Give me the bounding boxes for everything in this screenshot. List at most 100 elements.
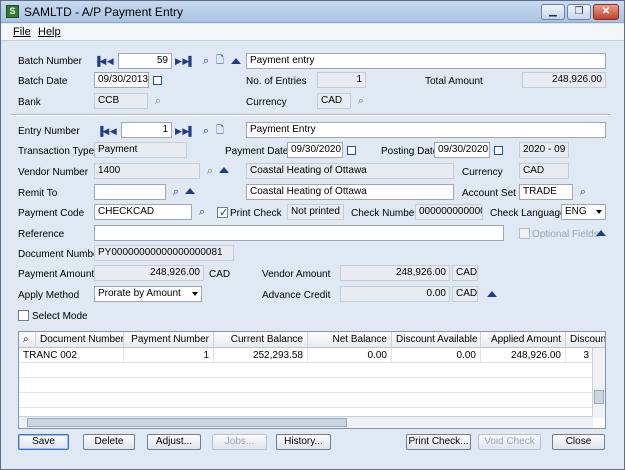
collapse-up-icon[interactable] (231, 58, 241, 64)
grid-header: ⌕ Document Number Payment Number Current… (19, 332, 605, 348)
check-language-label: Check Language (490, 208, 566, 219)
currency-label: Currency (246, 97, 287, 108)
remit-expand-icon[interactable] (185, 188, 195, 194)
batch-date-field[interactable]: 09/30/2013 (94, 72, 149, 88)
restore-icon[interactable]: ❐ (567, 4, 591, 20)
posting-date-calendar-icon[interactable] (494, 146, 503, 155)
applied-documents-grid[interactable]: ⌕ Document Number Payment Number Current… (18, 331, 606, 429)
print-check-label: Print Check (230, 208, 282, 219)
currency-field: CAD (317, 93, 351, 109)
vendor-number-field: 1400 (94, 163, 200, 179)
optional-fields-label: Optional Fields (532, 229, 599, 240)
horizontal-scroll-thumb[interactable] (27, 418, 347, 427)
reference-field[interactable] (94, 225, 504, 241)
new-document-icon[interactable]: 🗋 (214, 55, 226, 67)
app-icon: S (6, 5, 19, 18)
optional-fields-expand-icon[interactable] (596, 230, 606, 236)
payment-currency-label: CAD (209, 269, 231, 280)
document-number-field: PY00000000000000000081 (94, 245, 234, 261)
remit-to-field[interactable] (94, 184, 166, 200)
batch-number-field[interactable]: 59 (118, 53, 172, 69)
payment-code-finder-icon[interactable]: ⌕ (196, 206, 208, 218)
cell-discount-available[interactable]: 0.00 (392, 348, 481, 363)
account-set-field[interactable]: TRADE (519, 184, 573, 200)
batch-next-last-icon[interactable]: ▶ ▶▌ (175, 56, 195, 67)
adjust-button[interactable]: Adjust... (147, 434, 201, 450)
batch-description-field[interactable]: Payment entry (246, 53, 606, 69)
menu-file[interactable]: File (13, 26, 31, 38)
cell-document-number[interactable]: TRANC 002 (19, 348, 124, 363)
section-divider (11, 114, 611, 116)
grid-search-icon[interactable]: ⌕ (19, 332, 36, 348)
select-mode-checkbox[interactable] (18, 310, 29, 321)
entry-description-field[interactable]: Payment Entry (246, 122, 606, 138)
new-entry-icon[interactable]: 🗋 (214, 125, 226, 137)
account-set-finder-icon[interactable]: ⌕ (577, 186, 589, 198)
cell-discount[interactable]: 3 (566, 348, 593, 363)
entry-number-field[interactable]: 1 (121, 122, 172, 138)
history-button[interactable]: History... (276, 434, 331, 450)
vendor-expand-icon[interactable] (219, 167, 229, 173)
print-check-button[interactable]: Print Check... (406, 434, 471, 450)
col-discount[interactable]: Discount (566, 332, 605, 348)
advance-credit-field: 0.00 (340, 286, 450, 302)
minimize-icon[interactable]: ▁ (541, 4, 565, 20)
cell-current-balance[interactable]: 252,293.58 (214, 348, 308, 363)
delete-button[interactable]: Delete (83, 434, 135, 450)
check-language-select[interactable]: ENG (561, 204, 606, 220)
apply-method-select[interactable]: Prorate by Amount (94, 286, 202, 302)
payment-date-calendar-icon[interactable] (347, 146, 356, 155)
print-check-checkbox[interactable] (217, 206, 228, 219)
cell-applied-amount[interactable]: 248,926.00 (481, 348, 566, 363)
vendor-amount-currency-field: CAD (452, 265, 478, 281)
window-title: SAMLTD - A/P Payment Entry (24, 5, 183, 19)
reference-label: Reference (18, 229, 65, 240)
vendor-currency-label: Currency (462, 167, 503, 178)
jobs-button: Jobs... (212, 434, 267, 450)
save-button[interactable]: Save (18, 434, 69, 450)
vendor-name-field: Coastal Heating of Ottawa (246, 163, 454, 179)
table-row[interactable]: TRANC 002 1 252,293.58 0.00 0.00 248,926… (19, 348, 593, 363)
calendar-icon[interactable] (153, 76, 162, 85)
table-row[interactable] (19, 393, 593, 408)
posting-date-field[interactable]: 09/30/2020 (434, 142, 490, 158)
transaction-type-field: Payment (94, 142, 187, 158)
total-amount-field: 248,926.00 (522, 72, 606, 88)
remit-finder-icon[interactable]: ⌕ (170, 186, 182, 198)
menu-help[interactable]: Help (38, 26, 61, 38)
batch-finder-icon[interactable]: ⌕ (200, 55, 212, 67)
close-icon[interactable]: ✕ (593, 4, 619, 20)
col-payment-number[interactable]: Payment Number (124, 332, 214, 348)
col-applied-amount[interactable]: Applied Amount (481, 332, 566, 348)
cell-payment-number[interactable]: 1 (124, 348, 214, 363)
posting-date-label: Posting Date (381, 146, 439, 157)
check-number-field: 000000000000 (415, 204, 483, 220)
vertical-scroll-thumb[interactable] (594, 390, 604, 404)
entry-next-last-icon[interactable]: ▶ ▶▌ (175, 126, 195, 137)
payment-date-field[interactable]: 09/30/2020 (287, 142, 343, 158)
close-button[interactable]: Close (552, 434, 605, 450)
col-net-balance[interactable]: Net Balance (308, 332, 392, 348)
cell-net-balance[interactable]: 0.00 (308, 348, 392, 363)
advance-credit-expand-icon[interactable] (487, 291, 497, 297)
vertical-scrollbar[interactable] (592, 348, 605, 418)
payment-code-field[interactable]: CHECKCAD (94, 204, 192, 220)
advance-credit-label: Advance Credit (262, 290, 331, 301)
horizontal-scrollbar[interactable] (19, 416, 593, 428)
batch-number-label: Batch Number (18, 56, 82, 67)
col-document-number[interactable]: Document Number (36, 332, 124, 348)
void-check-button: Void Check (478, 434, 541, 450)
entry-finder-icon[interactable]: ⌕ (200, 125, 212, 137)
payment-date-label: Payment Date (225, 146, 289, 157)
table-row[interactable] (19, 378, 593, 393)
entry-first-prev-icon[interactable]: ▐◀ ◀ (97, 126, 117, 137)
table-row[interactable] (19, 363, 593, 378)
remit-name-field[interactable]: Coastal Heating of Ottawa (246, 184, 454, 200)
batch-first-prev-icon[interactable]: ▐◀ ◀ (94, 56, 114, 67)
payment-code-label: Payment Code (18, 208, 85, 219)
remit-to-label: Remit To (18, 188, 58, 199)
entry-number-label: Entry Number (18, 126, 80, 137)
col-current-balance[interactable]: Current Balance (214, 332, 308, 348)
col-discount-available[interactable]: Discount Available (392, 332, 481, 348)
select-mode-label: Select Mode (32, 311, 88, 322)
